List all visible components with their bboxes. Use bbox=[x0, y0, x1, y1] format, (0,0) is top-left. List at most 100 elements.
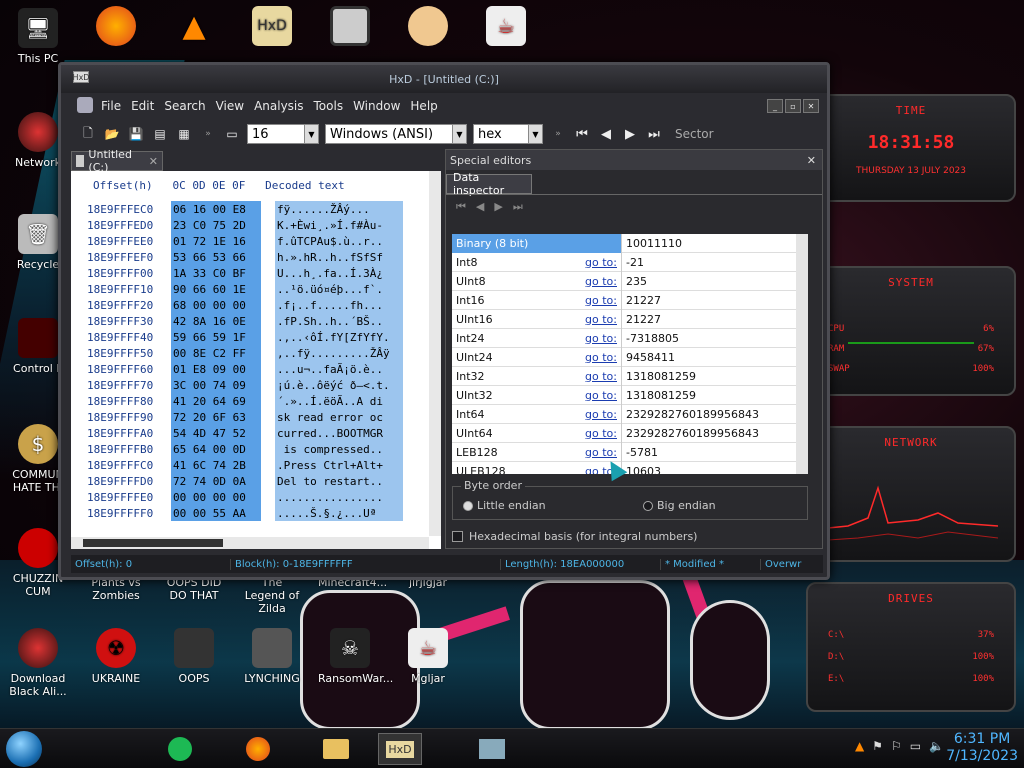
goto-link[interactable]: go to: bbox=[585, 370, 617, 383]
hex-row-decoded[interactable]: ................ bbox=[275, 489, 403, 505]
desktop-icon-legend-zilda[interactable]: The Legend of Zilda bbox=[240, 576, 304, 615]
last-sector-icon[interactable]: ⏭ bbox=[645, 127, 663, 142]
hex-row-decoded[interactable]: .....Š.§.¿...Uª bbox=[275, 505, 403, 521]
toolbar-overflow-icon-2[interactable]: » bbox=[549, 125, 567, 143]
restore-icon[interactable]: ▫ bbox=[785, 99, 801, 113]
hex-row[interactable]: 18E9FFFFC0 41 6C 74 2B .Press Ctrl+Alt+ bbox=[71, 457, 403, 473]
hex-row-bytes[interactable]: 72 20 6F 63 bbox=[171, 409, 261, 425]
hex-row-bytes[interactable]: 90 66 60 1E bbox=[171, 281, 261, 297]
open-folder-icon[interactable]: 📂 bbox=[103, 125, 121, 143]
hex-row-bytes[interactable]: 42 8A 16 0E bbox=[171, 313, 261, 329]
toolbar-overflow-icon[interactable]: » bbox=[199, 125, 217, 143]
close-tab-icon[interactable]: ✕ bbox=[149, 155, 162, 168]
hex-row[interactable]: 18E9FFFF90 72 20 6F 63 sk read error oc bbox=[71, 409, 403, 425]
hex-row-bytes[interactable]: 53 66 53 66 bbox=[171, 249, 261, 265]
hex-row-bytes[interactable]: 68 00 00 00 bbox=[171, 297, 261, 313]
hex-row-bytes[interactable]: 54 4D 47 52 bbox=[171, 425, 261, 441]
bytes-per-row-select[interactable]: 16 ▼ bbox=[247, 124, 319, 144]
hex-row-bytes[interactable]: 3C 00 74 09 bbox=[171, 377, 261, 393]
hex-row[interactable]: 18E9FFFFD0 72 74 0D 0A Del to restart.. bbox=[71, 473, 403, 489]
inspector-row[interactable]: UInt8 go to: 235 bbox=[452, 271, 808, 291]
menu-file[interactable]: File bbox=[101, 99, 121, 113]
hex-row[interactable]: 18E9FFFEF0 53 66 53 66 h.».hR..h..fSfSf bbox=[71, 249, 403, 265]
taskbar-spotify[interactable] bbox=[158, 733, 202, 765]
open-disk-icon[interactable]: ▤ bbox=[151, 125, 169, 143]
goto-link[interactable]: go to: bbox=[585, 351, 617, 364]
inspector-value[interactable]: 9458411 bbox=[622, 351, 675, 364]
hex-row-bytes[interactable]: 41 20 64 69 bbox=[171, 393, 261, 409]
hex-row-bytes[interactable]: 41 6C 74 2B bbox=[171, 457, 261, 473]
hex-row[interactable]: 18E9FFFFA0 54 4D 47 52 curred...BOOTMGR bbox=[71, 425, 403, 441]
hex-row[interactable]: 18E9FFFEC0 06 16 00 E8 fÿ......ŽÂý... bbox=[71, 201, 403, 217]
hex-row-decoded[interactable]: h.».hR..h..fSfSf bbox=[275, 249, 403, 265]
hex-row-decoded[interactable]: ´.»..Í.ëöÃ..A di bbox=[275, 393, 403, 409]
last-icon[interactable]: ⏭ bbox=[513, 200, 523, 214]
hex-row-decoded[interactable]: ..¹ö.üó¤éþ...f`. bbox=[275, 281, 403, 297]
goto-link[interactable]: go to: bbox=[585, 294, 617, 307]
close-icon[interactable]: ✕ bbox=[807, 154, 816, 167]
menu-tools[interactable]: Tools bbox=[314, 99, 344, 113]
inspector-row[interactable]: ULEB128 go to: 10603 bbox=[452, 461, 808, 474]
little-endian-radio[interactable]: Little endian bbox=[463, 499, 546, 512]
new-file-icon[interactable]: 🗋 bbox=[79, 125, 97, 143]
next-icon[interactable]: ▶ bbox=[494, 200, 502, 214]
inspector-value[interactable]: 21227 bbox=[622, 313, 661, 326]
hex-row[interactable]: 18E9FFFFE0 00 00 00 00................ bbox=[71, 489, 403, 505]
hex-row-decoded[interactable]: ,..fÿ.........ŽÂÿ bbox=[275, 345, 403, 361]
charset-select[interactable]: Windows (ANSI) ▼ bbox=[325, 124, 467, 144]
taskbar-hxd[interactable]: HxD bbox=[378, 733, 422, 765]
desktop-icon-vlc[interactable]: ▲ bbox=[162, 6, 226, 50]
goto-link[interactable]: go to: bbox=[585, 389, 617, 402]
hex-horizontal-scrollbar[interactable] bbox=[71, 537, 429, 549]
hex-row[interactable]: 18E9FFFF20 68 00 00 00 .f¡..f.....fh... bbox=[71, 297, 403, 313]
menu-window[interactable]: Window bbox=[353, 99, 400, 113]
hex-row-bytes[interactable]: 06 16 00 E8 bbox=[171, 201, 261, 217]
shield-icon[interactable]: ⚑ bbox=[872, 739, 883, 753]
hex-row[interactable]: 18E9FFFED0 23 C0 75 2D K.+Èwi¸.»Í.f#Àu- bbox=[71, 217, 403, 233]
hex-row-bytes[interactable]: 72 74 0D 0A bbox=[171, 473, 261, 489]
hxd-tray-icon[interactable]: ▲ bbox=[855, 739, 864, 753]
inspector-row[interactable]: Int64 go to: 2329282760189956843 bbox=[452, 404, 808, 424]
inspector-row[interactable]: UInt32 go to: 1318081259 bbox=[452, 385, 808, 405]
hex-row-decoded[interactable]: .Press Ctrl+Alt+ bbox=[275, 457, 403, 473]
hex-row-bytes[interactable]: 00 00 00 00 bbox=[171, 489, 261, 505]
volume-icon[interactable]: 🔈 bbox=[929, 739, 944, 753]
hex-row-bytes[interactable]: 00 8E C2 FF bbox=[171, 345, 261, 361]
hex-row-bytes[interactable]: 23 C0 75 2D bbox=[171, 217, 261, 233]
desktop-icon-maze[interactable] bbox=[318, 6, 382, 50]
prev-icon[interactable]: ◀ bbox=[476, 200, 484, 214]
tab-untitled-c[interactable]: Untitled (C:) ✕ bbox=[71, 148, 163, 174]
hex-row[interactable]: 18E9FFFEE0 01 72 1E 16 f.ûTCPAu$.ù..r.. bbox=[71, 233, 403, 249]
goto-link[interactable]: go to: bbox=[585, 332, 617, 345]
save-icon[interactable]: 💾 bbox=[127, 125, 145, 143]
hex-row-bytes[interactable]: 65 64 00 0D bbox=[171, 441, 261, 457]
hex-row[interactable]: 18E9FFFF40 59 66 59 1F .,..‹ôÍ.fY[ZfYfY. bbox=[71, 329, 403, 345]
hex-row-decoded[interactable]: ¡ú.è..ôëýć ð—<.t. bbox=[275, 377, 403, 393]
hex-row-decoded[interactable]: ...u¬..faÃ¡ö.è.. bbox=[275, 361, 403, 377]
hex-row-decoded[interactable]: .,..‹ôÍ.fY[ZfYfY. bbox=[275, 329, 403, 345]
inspector-row[interactable]: Int32 go to: 1318081259 bbox=[452, 366, 808, 386]
hxd-window[interactable]: HxD HxD - [Untitled (C:)] File Edit Sear… bbox=[58, 62, 830, 580]
menu-search[interactable]: Search bbox=[164, 99, 205, 113]
hex-row[interactable]: 18E9FFFF60 01 E8 09 00 ...u¬..faÃ¡ö.è.. bbox=[71, 361, 403, 377]
hex-row[interactable]: 18E9FFFFB0 65 64 00 0D is compressed.. bbox=[71, 441, 403, 457]
inspector-row[interactable]: Int16 go to: 21227 bbox=[452, 290, 808, 310]
goto-link[interactable]: go to: bbox=[585, 275, 617, 288]
inspector-scrollbar[interactable] bbox=[796, 234, 808, 474]
hex-basis-checkbox[interactable]: Hexadecimal basis (for integral numbers) bbox=[452, 530, 697, 543]
inspector-value[interactable]: 1318081259 bbox=[622, 389, 696, 402]
inspector-value[interactable]: 21227 bbox=[622, 294, 661, 307]
hex-row[interactable]: 18E9FFFF70 3C 00 74 09 ¡ú.è..ôëýć ð—<.t. bbox=[71, 377, 403, 393]
hex-row-bytes[interactable]: 01 72 1E 16 bbox=[171, 233, 261, 249]
hex-vertical-scrollbar[interactable] bbox=[429, 171, 441, 536]
hex-row-bytes[interactable]: 59 66 59 1F bbox=[171, 329, 261, 345]
hex-row[interactable]: 18E9FFFF10 90 66 60 1E ..¹ö.üó¤éþ...f`. bbox=[71, 281, 403, 297]
hex-row-decoded[interactable]: curred...BOOTMGR bbox=[275, 425, 403, 441]
inspector-value[interactable]: 2329282760189956843 bbox=[622, 408, 759, 421]
inspector-row[interactable]: Binary (8 bit) 10011110 bbox=[452, 234, 808, 253]
inspector-row[interactable]: Int8 go to: -21 bbox=[452, 252, 808, 272]
network-tray-icon[interactable]: ▭ bbox=[910, 739, 921, 753]
hex-row[interactable]: 18E9FFFF00 1A 33 C0 BF U...h¸.fa..Í.3À¿ bbox=[71, 265, 403, 281]
desktop-icon-doctor[interactable] bbox=[396, 6, 460, 50]
goto-link[interactable]: go to: bbox=[585, 313, 617, 326]
